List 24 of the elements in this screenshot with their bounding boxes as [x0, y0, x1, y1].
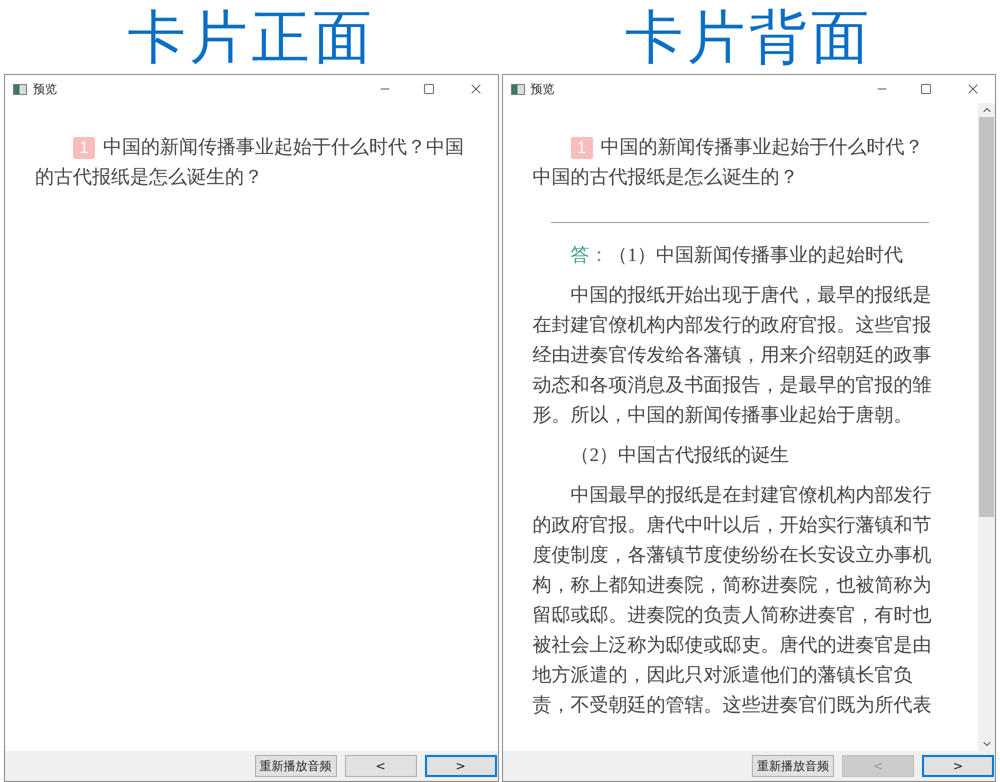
card-side-heading: 卡片背面 — [624, 4, 873, 70]
question-text: 1 中国的新闻传播事业起始于什么时代？中国的古代报纸是怎么诞生的？ — [35, 136, 465, 190]
answer-paragraph: 中国最早的报纸是在封建官僚机构内部发行的政府官报。唐代中叶以后，开始实行藩镇和节度使制度，各藩镇节度使纷纷在长安设立办事机构，称上都知进奏院，简称进奏院，也被简称为留邸或邸。进奏院的负责人简称进奏官，有时也被社会上泛称为邸使或邸吏。唐代的进奏官是由地方派遣的，因此只对派遣他们的藩镇长官负责，不受朝廷的管辖。这些进奏官们既为所代表 — [532, 484, 932, 718]
heading-text: （1）中国新闻传播事业的起始时代 — [608, 245, 903, 266]
question-number-badge: 1 — [73, 137, 95, 159]
question-number-badge: 1 — [570, 137, 592, 159]
app-icon — [13, 84, 27, 94]
scrollbar[interactable] — [978, 103, 995, 751]
replay-audio-button[interactable]: 重新播放音频 — [254, 755, 336, 777]
window-title: 预览 — [33, 81, 57, 98]
question-text: 1 中国的新闻传播事业起始于什么时代？中国的古代报纸是怎么诞生的？ — [532, 136, 924, 190]
window-title: 预览 — [530, 81, 554, 98]
answer-label: 答： — [570, 245, 608, 266]
answer-paragraph: 中国的报纸开始出现于唐代，最早的报纸是在封建官僚机构内部发行的政府官报。这些官报经由进奏官传发给各藩镇，用来介绍朝廷的政事动态和各项消息及书面报告，是最早的官报的雏形。所以，中国的新闻传播事业起始于唐朝。 — [532, 284, 932, 428]
maximize-icon[interactable] — [920, 83, 932, 95]
next-button[interactable]: > — [424, 755, 496, 777]
previous-button[interactable]: < — [344, 755, 416, 777]
app-icon — [510, 84, 524, 94]
card-side-heading: 卡片正面 — [127, 4, 376, 70]
scrollbar-thumb[interactable] — [979, 117, 994, 517]
next-button[interactable]: > — [922, 755, 994, 777]
maximize-icon[interactable] — [422, 83, 434, 95]
heading-text: （2）中国古代报纸的诞生 — [570, 445, 789, 466]
replay-audio-button[interactable]: 重新播放音频 — [752, 755, 834, 777]
